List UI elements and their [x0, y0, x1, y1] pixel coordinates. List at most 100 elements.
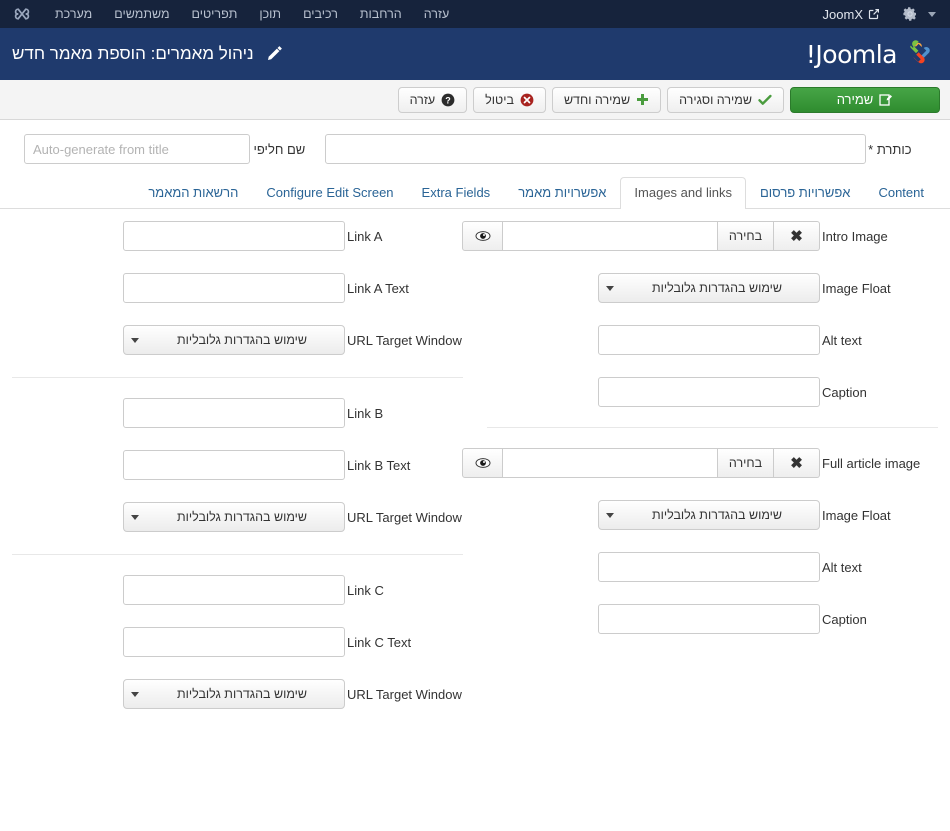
link-c-target-label: URL Target Window: [347, 686, 462, 702]
links-column: Link A Link A Text URL Target Window שימ…: [0, 221, 475, 731]
full-caption-input[interactable]: [598, 604, 820, 634]
menu-item-system[interactable]: מערכת: [44, 0, 103, 28]
site-preview-link[interactable]: JoomX: [823, 7, 880, 22]
site-name-label: JoomX: [822, 6, 863, 22]
link-b-target-select[interactable]: שימוש בהגדרות גלובליות: [123, 502, 345, 532]
cancel-button[interactable]: ביטול: [473, 86, 546, 113]
alias-label: שם חליפי: [253, 141, 306, 157]
full-alt-text-input[interactable]: [598, 552, 820, 582]
full-article-image-clear-button[interactable]: ✖: [774, 448, 820, 478]
admin-main-menu: עזרה הרחבות רכיבים תוכן תפריטים משתמשים …: [44, 0, 460, 28]
joomla-wordmark: Joomla!: [805, 39, 898, 69]
link-a-divider: [12, 377, 463, 378]
editor-toolbar: שמירה שמירה וסגירה שמירה וחדש ביטול ? עז…: [0, 80, 950, 120]
intro-image-input[interactable]: [503, 221, 718, 251]
link-b-text-input[interactable]: [123, 450, 345, 480]
intro-image-float-value: שימוש בהגדרות גלובליות: [651, 281, 783, 295]
link-b-target-label: URL Target Window: [347, 509, 462, 525]
link-c-input[interactable]: [123, 575, 345, 605]
joomla-logo[interactable]: Joomla!: [806, 38, 936, 70]
menu-item-help[interactable]: עזרה: [413, 0, 461, 28]
page-header: Joomla! ניהול מאמרים: הוספת מאמר חדש: [0, 28, 950, 80]
plus-icon: [637, 94, 649, 105]
full-image-float-label: Image Float: [822, 507, 891, 523]
eye-icon: [475, 458, 490, 468]
full-article-image-input[interactable]: [503, 448, 718, 478]
intro-image-label: Intro Image: [822, 228, 888, 244]
field-intro-caption: Caption: [487, 377, 938, 407]
svg-text:?: ?: [445, 95, 451, 105]
menu-item-menus[interactable]: תפריטים: [181, 0, 249, 28]
chevron-down-icon: [131, 691, 139, 697]
tab-publishing-options[interactable]: אפשרויות פרסום: [746, 177, 864, 209]
menu-item-components[interactable]: רכיבים: [292, 0, 349, 28]
intro-image-float-select[interactable]: שימוש בהגדרות גלובליות: [598, 273, 820, 303]
link-c-label: Link C: [347, 582, 384, 598]
title-input[interactable]: [325, 134, 867, 164]
field-link-b: Link B: [12, 398, 463, 428]
intro-caption-input[interactable]: [598, 377, 820, 407]
link-c-target-select[interactable]: שימוש בהגדרות גלובליות: [123, 679, 345, 709]
save-and-close-label: שמירה וסגירה: [679, 92, 752, 107]
save-and-new-label: שמירה וחדש: [563, 92, 631, 107]
page-title: ניהול מאמרים: הוספת מאמר חדש: [12, 44, 254, 63]
field-link-c-target: URL Target Window שימוש בהגדרות גלובליות: [12, 679, 463, 709]
link-b-text-control: [12, 450, 345, 480]
title-label: כותרת *: [868, 141, 912, 157]
pencil-icon: [267, 46, 282, 60]
field-full-article-image: Full article image ✖ בחירה: [462, 448, 938, 478]
menu-item-extensions[interactable]: הרחבות: [349, 0, 413, 28]
intro-alt-text-label: Alt text: [822, 332, 862, 348]
link-a-text-input[interactable]: [123, 273, 345, 303]
field-full-caption: Caption: [487, 604, 938, 634]
chevron-down-icon: [131, 514, 139, 520]
link-c-target-value: שימוש בהגדרות גלובליות: [176, 687, 308, 701]
intro-image-media-group: ✖ בחירה: [462, 221, 820, 251]
joomla-x-icon[interactable]: [8, 4, 44, 24]
gear-icon[interactable]: [902, 6, 918, 22]
link-b-target-control: שימוש בהגדרות גלובליות: [12, 502, 345, 532]
intro-image-select-button[interactable]: בחירה: [718, 221, 774, 251]
link-c-text-control: [12, 627, 345, 657]
save-button[interactable]: שמירה: [790, 86, 940, 113]
top-bar-left: JoomX: [823, 6, 942, 22]
images-column: Intro Image ✖ בחירה Image Float שימוש בה…: [462, 221, 950, 731]
field-full-alt-text: Alt text: [487, 552, 938, 582]
help-button[interactable]: ? עזרה: [397, 86, 468, 113]
full-caption-control: [487, 604, 820, 634]
save-and-close-button[interactable]: שמירה וסגירה: [667, 86, 784, 113]
full-image-float-select[interactable]: שימוש בהגדרות גלובליות: [598, 500, 820, 530]
intro-alt-text-input[interactable]: [598, 325, 820, 355]
eye-icon: [475, 231, 490, 241]
menu-item-content[interactable]: תוכן: [248, 0, 292, 28]
tab-content[interactable]: Content: [864, 177, 938, 209]
link-a-input[interactable]: [123, 221, 345, 251]
save-and-new-button[interactable]: שמירה וחדש: [551, 86, 662, 113]
tab-article-options[interactable]: אפשרויות מאמר: [504, 177, 620, 209]
link-b-label: Link B: [347, 405, 384, 421]
chevron-down-icon[interactable]: [928, 11, 936, 17]
menu-item-users[interactable]: משתמשים: [103, 0, 180, 28]
intro-caption-label: Caption: [822, 384, 867, 400]
link-c-text-input[interactable]: [123, 627, 345, 657]
field-link-a-target: URL Target Window שימוש בהגדרות גלובליות: [12, 325, 463, 355]
full-alt-text-control: [487, 552, 820, 582]
chevron-down-icon: [606, 285, 614, 291]
intro-image-float-control: שימוש בהגדרות גלובליות: [487, 273, 820, 303]
link-a-text-label: Link A Text: [347, 280, 409, 296]
field-link-c-text: Link C Text: [12, 627, 463, 657]
field-link-a-text: Link A Text: [12, 273, 463, 303]
tab-images-and-links[interactable]: Images and links: [620, 177, 746, 209]
link-a-control: [12, 221, 345, 251]
alias-input[interactable]: [24, 134, 250, 164]
full-image-float-value: שימוש בהגדרות גלובליות: [651, 508, 783, 522]
link-b-input[interactable]: [123, 398, 345, 428]
intro-image-control: ✖ בחירה: [462, 221, 820, 251]
intro-image-clear-button[interactable]: ✖: [774, 221, 820, 251]
full-article-image-select-button[interactable]: בחירה: [718, 448, 774, 478]
tab-configure-edit-screen[interactable]: Configure Edit Screen: [252, 177, 407, 209]
intro-image-float-label: Image Float: [822, 280, 891, 296]
tab-article-permissions[interactable]: הרשאות המאמר: [134, 177, 252, 209]
tab-extra-fields[interactable]: Extra Fields: [408, 177, 505, 209]
link-a-target-select[interactable]: שימוש בהגדרות גלובליות: [123, 325, 345, 355]
